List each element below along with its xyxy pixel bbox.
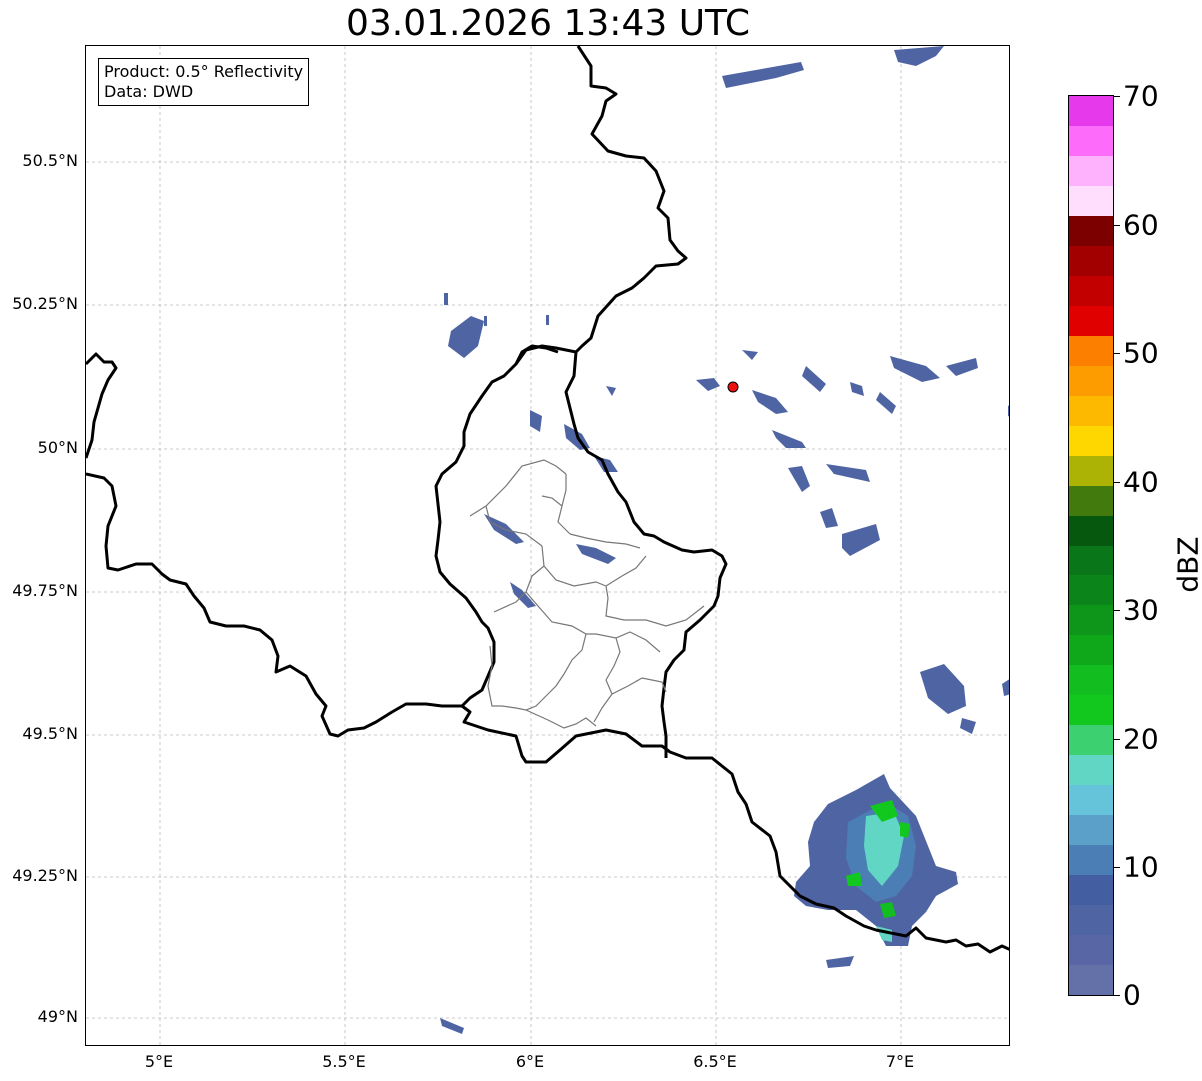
colorbar-segment [1069, 185, 1113, 216]
radar-map[interactable]: Product: 0.5° Reflectivity Data: DWD [85, 45, 1010, 1046]
admin-borders [469, 459, 705, 729]
lat-label-49-75: 49.75°N [12, 581, 78, 600]
colorbar-segment [1069, 485, 1113, 516]
colorbar-segment [1069, 634, 1113, 666]
lon-label-5-5: 5.5°E [322, 1052, 366, 1071]
cb-tick-0: 0 [1123, 978, 1141, 1012]
colorbar-segment [1069, 605, 1113, 636]
colorbar-segment [1069, 844, 1113, 876]
colorbar-segment [1069, 754, 1113, 786]
colorbar-segment [1069, 964, 1113, 995]
lon-label-7: 7°E [885, 1052, 915, 1071]
cb-tickmark [1114, 96, 1120, 97]
colorbar-segment [1069, 125, 1113, 156]
lat-label-49-25: 49.25°N [12, 866, 78, 885]
cb-tick-70: 70 [1123, 79, 1159, 113]
cb-tickmark [1114, 610, 1120, 611]
border-luxembourg-france [461, 704, 1009, 954]
lon-label-5: 5°E [144, 1052, 174, 1071]
lat-label-49-5: 49.5°N [22, 724, 78, 743]
colorbar-segment [1069, 694, 1113, 726]
cb-tick-20: 20 [1123, 722, 1159, 756]
colorbar-segment [1069, 395, 1113, 426]
colorbar-segment [1069, 724, 1113, 756]
reflectivity-colorbar [1068, 95, 1114, 996]
colorbar-segment [1069, 96, 1113, 126]
colorbar-segment [1069, 545, 1113, 576]
colorbar-segment [1069, 784, 1113, 816]
border-belgium-france [86, 472, 462, 738]
colorbar-segment [1069, 814, 1113, 846]
colorbar-segment [1069, 874, 1113, 906]
colorbar-segment [1069, 455, 1113, 486]
product-label: Product: 0.5° Reflectivity [104, 62, 304, 81]
colorbar-segment [1069, 575, 1113, 606]
cb-tickmark [1114, 482, 1120, 483]
product-info-box: Product: 0.5° Reflectivity Data: DWD [98, 58, 310, 106]
colorbar-segment [1069, 215, 1113, 246]
colorbar-unit-label: dBZ [1171, 536, 1202, 593]
cb-tickmark [1114, 995, 1120, 996]
echo-cluster-southeast [794, 774, 958, 946]
colorbar-segment [1069, 155, 1113, 186]
cb-tick-40: 40 [1123, 465, 1159, 499]
cb-tickmark [1114, 353, 1120, 354]
cb-tick-60: 60 [1123, 208, 1159, 242]
colorbar-segment [1069, 934, 1113, 966]
colorbar-segment [1069, 305, 1113, 336]
colorbar-segment [1069, 515, 1113, 546]
colorbar-segment [1069, 425, 1113, 456]
radar-map-canvas [86, 46, 1009, 1045]
radar-station-marker [727, 381, 739, 393]
colorbar-segment [1069, 275, 1113, 306]
colorbar-segment [1069, 904, 1113, 936]
cb-tick-50: 50 [1123, 336, 1159, 370]
lat-label-49: 49°N [37, 1007, 78, 1026]
lon-label-6: 6°E [515, 1052, 545, 1071]
colorbar-segment [1069, 335, 1113, 366]
cb-tick-30: 30 [1123, 593, 1159, 627]
cb-tickmark [1114, 867, 1120, 868]
cb-tick-10: 10 [1123, 850, 1159, 884]
data-source-label: Data: DWD [104, 82, 194, 101]
colorbar-segment [1069, 365, 1113, 396]
cb-tickmark [1114, 739, 1120, 740]
border-belgium-netherlands [86, 352, 118, 459]
lat-label-50-5: 50.5°N [22, 151, 78, 170]
radar-echoes [440, 46, 1009, 1034]
map-title: 03.01.2026 13:43 UTC [345, 3, 751, 44]
lat-label-50-25: 50.25°N [12, 294, 78, 313]
lat-label-50: 50°N [37, 438, 78, 457]
lon-label-6-5: 6.5°E [693, 1052, 737, 1071]
cb-tickmark [1114, 225, 1120, 226]
colorbar-segment [1069, 664, 1113, 696]
colorbar-segment [1069, 245, 1113, 276]
border-germany-belgium-north [564, 46, 728, 758]
